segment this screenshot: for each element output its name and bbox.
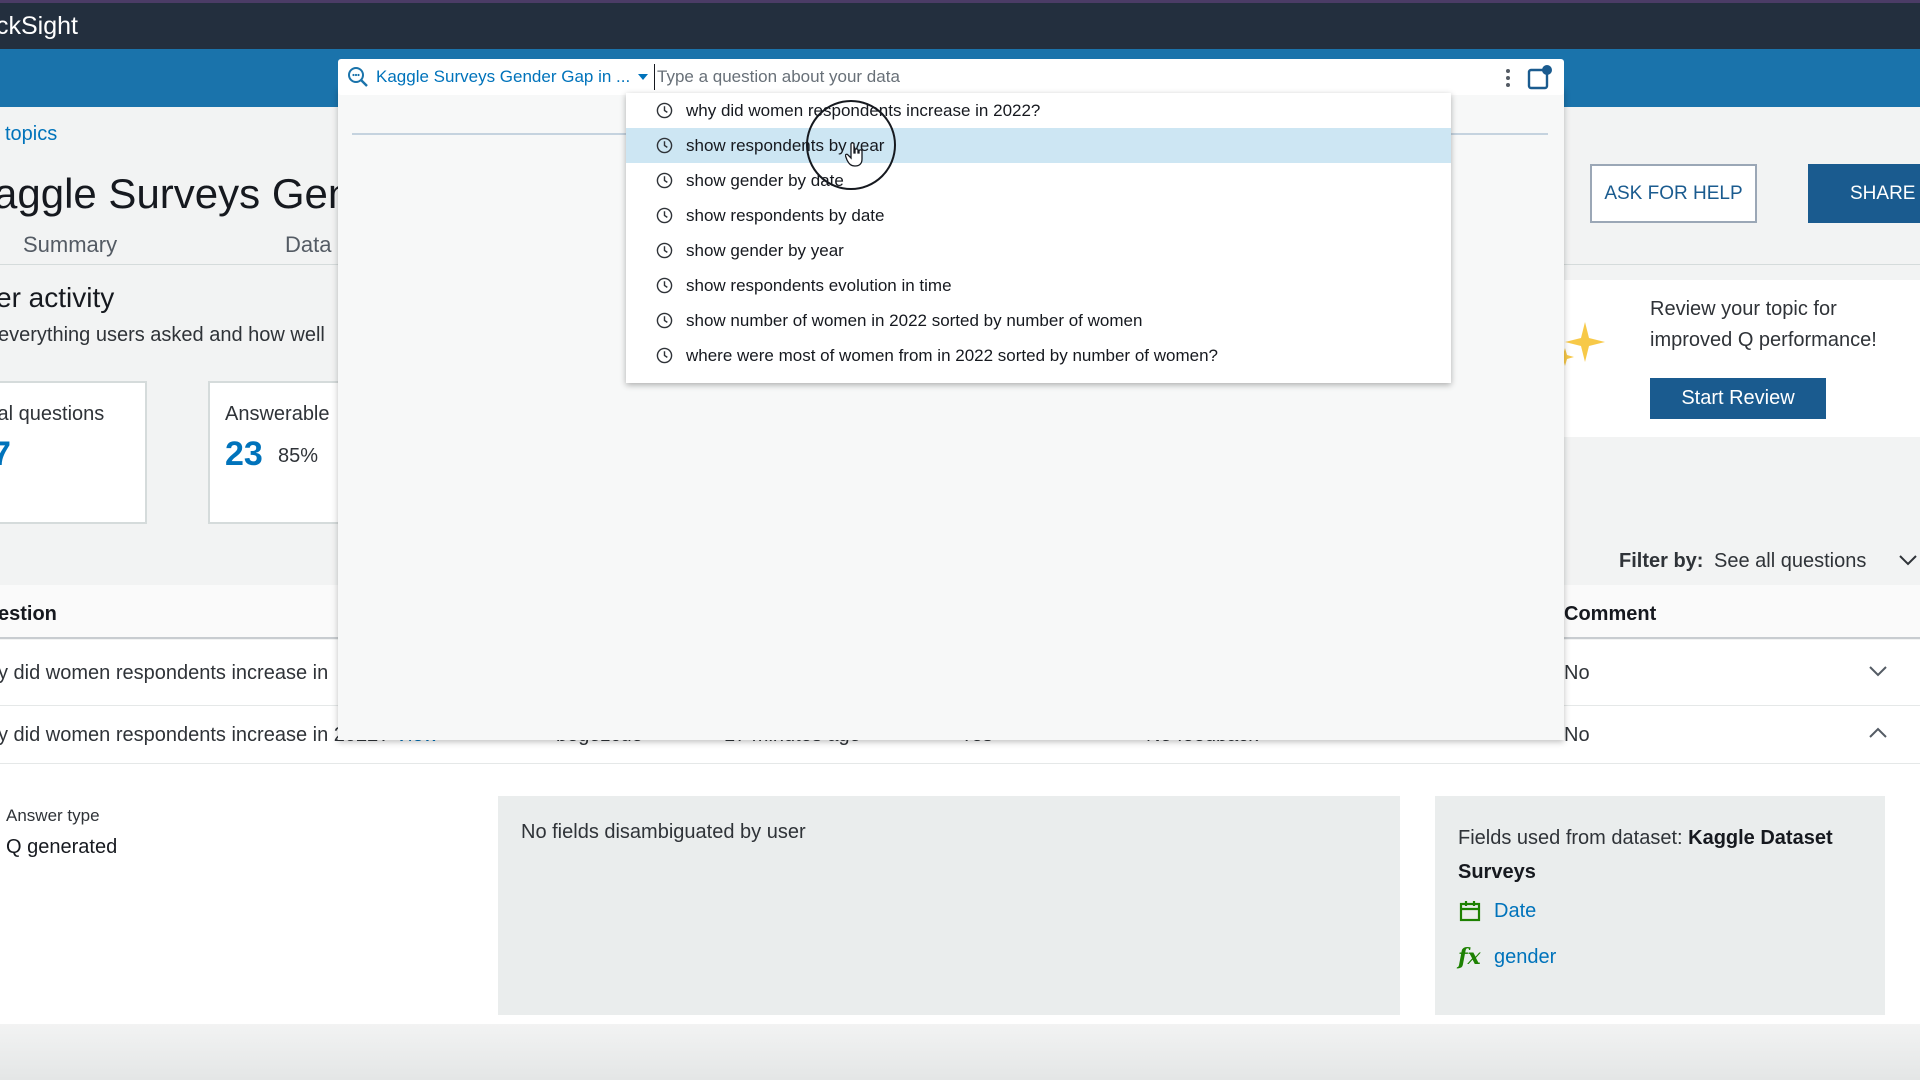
caret-down-icon	[638, 74, 649, 80]
q-search-icon	[348, 67, 368, 87]
chevron-down-icon[interactable]	[1898, 553, 1918, 567]
row-question: y did women respondents increase in	[0, 662, 329, 684]
activity-subtitle: everything users asked and how well	[0, 324, 325, 346]
suggestion-text: where were most of women from in 2022 so…	[686, 346, 1218, 365]
filter-label: Filter by:	[1619, 550, 1704, 572]
column-header-comment: Comment	[1564, 603, 1657, 625]
history-clock-icon	[656, 102, 673, 119]
topic-selector[interactable]: Kaggle Surveys Gender Gap in ...	[376, 67, 649, 87]
history-clock-icon	[656, 137, 673, 154]
ask-for-help-button[interactable]: ASK FOR HELP	[1590, 164, 1757, 223]
total-questions-label: tal questions	[0, 403, 105, 425]
calendar-icon	[1459, 901, 1481, 922]
answerable-percent: 85%	[278, 445, 319, 467]
review-message: Review your topic for improved Q perform…	[1650, 298, 1877, 351]
answerable-value: 23	[225, 435, 263, 473]
fx-calculated-icon: fx	[1458, 944, 1481, 970]
fields-prefix: Fields used from dataset:	[1458, 827, 1683, 849]
answer-type-label: Answer type	[6, 806, 100, 825]
answer-type-value: Q generated	[6, 836, 118, 858]
history-clock-icon	[656, 312, 673, 329]
disambiguation-box: No fields disambiguated by user	[498, 796, 1400, 1015]
activity-heading: er activity	[0, 282, 115, 313]
history-clock-icon	[656, 347, 673, 364]
suggestions-dropdown: why did women respondents increase in 20…	[626, 93, 1451, 383]
suggestion-item[interactable]: show gender by year	[626, 233, 1451, 268]
share-button[interactable]: SHARE	[1808, 164, 1920, 223]
top-nav-bar: ckSight	[0, 0, 1920, 49]
disambiguation-text: No fields disambiguated by user	[521, 821, 806, 843]
start-review-button[interactable]: Start Review	[1650, 378, 1826, 419]
breadcrumb-topics[interactable]: topics	[5, 123, 57, 146]
history-clock-icon	[656, 277, 673, 294]
field-gender-label: gender	[1494, 945, 1557, 968]
open-panel-icon[interactable]	[1526, 63, 1554, 91]
chevron-down-icon[interactable]	[1868, 664, 1888, 678]
suggestion-text: show gender by year	[686, 241, 844, 260]
suggestion-item[interactable]: where were most of women from in 2022 so…	[626, 338, 1451, 373]
column-header-question: estion	[0, 603, 57, 625]
suggestion-item[interactable]: show gender by date	[626, 163, 1451, 198]
answerable-label: Answerable	[225, 403, 330, 425]
suggestion-item[interactable]: show number of women in 2022 sorted by n…	[626, 303, 1451, 338]
suggestion-text: show number of women in 2022 sorted by n…	[686, 311, 1143, 330]
row-question-text: y did women respondents increase in 2022…	[0, 724, 390, 746]
fields-used-box: Fields used from dataset: Kaggle Dataset…	[1435, 796, 1885, 1015]
tab-summary[interactable]: Summary	[23, 232, 117, 258]
suggestion-item[interactable]: why did women respondents increase in 20…	[626, 93, 1451, 128]
row-comment: No	[1564, 662, 1590, 684]
history-clock-icon	[656, 242, 673, 259]
chevron-up-icon[interactable]	[1868, 726, 1888, 740]
total-questions-card: tal questions 7	[0, 381, 147, 524]
filter-select[interactable]: See all questions	[1714, 550, 1866, 573]
suggestion-item[interactable]: show respondents evolution in time	[626, 268, 1451, 303]
answerable-card: Answerable 23 85%	[208, 381, 358, 524]
app-title: ckSight	[0, 12, 78, 40]
field-gender[interactable]: fx gender	[1458, 944, 1556, 970]
page-title: aggle Surveys Gen	[0, 170, 352, 217]
q-search-bar: Kaggle Surveys Gender Gap in ...	[338, 59, 1564, 95]
suggestion-text: show respondents by date	[686, 206, 885, 225]
bottom-shade	[0, 1024, 1920, 1080]
more-options-icon[interactable]	[1504, 67, 1512, 89]
hand-cursor-icon	[845, 142, 863, 167]
history-clock-icon	[656, 172, 673, 189]
suggestion-text: show respondents evolution in time	[686, 276, 952, 295]
field-date-label: Date	[1494, 899, 1537, 922]
fields-used-text: Fields used from dataset: Kaggle Dataset…	[1458, 821, 1878, 889]
topic-selector-label: Kaggle Surveys Gender Gap in ...	[376, 67, 631, 86]
history-clock-icon	[656, 207, 673, 224]
row-comment: No	[1564, 724, 1590, 746]
question-input[interactable]	[654, 64, 1474, 90]
suggestion-item[interactable]: show respondents by date	[626, 198, 1451, 233]
field-date[interactable]: Date	[1458, 899, 1536, 923]
tab-data[interactable]: Data	[285, 232, 331, 258]
suggestion-item-active[interactable]: show respondents by year	[626, 128, 1451, 163]
total-questions-value: 7	[0, 435, 11, 473]
